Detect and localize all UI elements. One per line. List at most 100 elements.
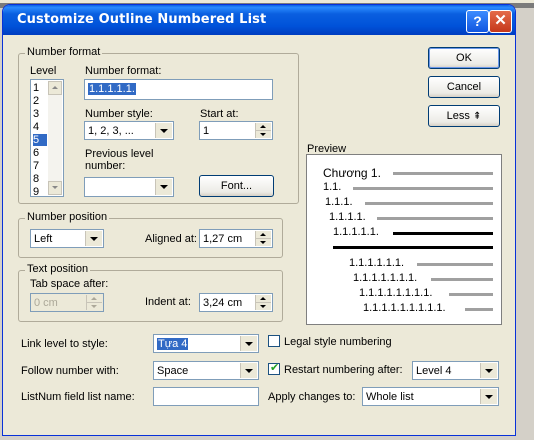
number-format-group-title: Number format [25,46,103,58]
indent-at-label: Indent at: [145,296,191,308]
link-level-select[interactable]: Tựa 4 [153,334,259,353]
previous-level-label: Previous level [85,148,154,160]
start-at-label: Start at: [200,108,239,120]
ok-button[interactable]: OK [428,47,500,69]
number-style-label: Number style: [85,108,153,120]
less-button[interactable]: Less ⇞ [428,105,500,127]
number-style-value: 1, 2, 3, ... [88,125,134,137]
tab-space-spinner[interactable]: 0 cm [30,293,104,312]
collapse-arrows-icon: ⇞ [472,111,482,122]
level-item[interactable]: 9 [33,186,47,198]
chevron-down-icon[interactable] [480,363,497,378]
number-format-label: Number format: [85,65,162,77]
start-at-value: 1 [203,125,210,137]
start-at-spinner[interactable]: 1 [199,121,273,140]
less-button-label: Less [446,110,470,122]
listnum-label: ListNum field list name: [21,391,135,403]
help-button[interactable]: ? [466,10,489,33]
scroll-down-arrow-icon[interactable] [48,181,62,195]
cancel-button-label: Cancel [446,81,482,93]
level-item[interactable]: 1 [33,82,47,94]
preview-line [417,263,493,266]
preview-item: 1.1. [323,181,342,193]
previous-level-select[interactable] [84,177,174,197]
number-style-select[interactable]: 1, 2, 3, ... [84,121,174,140]
preview-item: 1.1.1.1. [329,211,366,223]
level-list[interactable]: 1 2 3 4 5 6 7 8 9 [30,79,64,198]
preview-item: 1.1.1.1.1.1.1.1. [359,287,433,299]
apply-changes-value: Whole list [366,391,414,403]
previous-level-label-2: number: [85,160,126,172]
aligned-at-label: Aligned at: [145,233,197,245]
legal-style-checkbox[interactable] [268,335,280,347]
cancel-button[interactable]: Cancel [428,76,500,98]
legal-style-label[interactable]: Legal style numbering [284,336,392,348]
follow-number-value: Space [157,365,189,377]
preview-line [431,278,493,281]
level-item[interactable]: 8 [33,173,47,185]
link-level-value: Tựa 4 [157,338,189,350]
chevron-down-icon[interactable] [155,123,172,138]
preview-pane: Chương 1. 1.1. 1.1.1. 1.1.1.1. 1.1.1.1.1… [306,154,502,325]
tab-space-label: Tab space after: [30,278,109,290]
font-button[interactable]: Font... [199,175,274,197]
level-item[interactable]: 2 [33,95,47,107]
number-format-input[interactable]: 1.1.1.1.1. [84,79,273,100]
title-bar: Customize Outline Numbered List ? ✕ [3,5,515,35]
spinner-arrows-icon[interactable] [86,295,102,310]
indent-at-spinner[interactable]: 3,24 cm [199,293,273,312]
ok-button-label: OK [456,52,472,64]
preview-item: 1.1.1.1.1.1.1. [353,272,418,284]
preview-item: 1.1.1.1.1.1. [349,257,405,269]
level-item[interactable]: 4 [33,121,47,133]
follow-number-select[interactable]: Space [153,361,259,380]
preview-line [365,202,493,205]
preview-item: 1.1.1.1.1. [333,226,379,238]
aligned-at-spinner[interactable]: 1,27 cm [199,229,273,248]
aligned-at-value: 1,27 cm [203,233,243,245]
alignment-value: Left [34,233,53,245]
dialog-title: Customize Outline Numbered List [17,12,267,27]
preview-line [449,293,493,296]
level-item[interactable]: 7 [33,160,47,172]
spinner-arrows-icon[interactable] [255,123,271,138]
link-level-label: Link level to style: [21,338,108,350]
text-position-group-title: Text position [25,263,91,275]
preview-line [353,187,493,190]
apply-changes-select[interactable]: Whole list [362,387,499,406]
preview-item: 1.1.1. [325,196,353,208]
chevron-down-icon[interactable] [240,336,257,351]
spinner-arrows-icon[interactable] [255,295,271,310]
scroll-up-arrow-icon[interactable] [48,81,62,95]
close-button[interactable]: ✕ [489,10,512,33]
follow-number-label: Follow number with: [21,365,119,377]
font-button-label: Font... [220,180,253,192]
preview-item: 1.1.1.1.1.1.1.1.1. [363,302,446,314]
preview-line [393,172,493,175]
level-item[interactable]: 3 [33,108,47,120]
chevron-down-icon[interactable] [85,231,102,246]
restart-level-select[interactable]: Level 4 [412,361,499,380]
chevron-down-icon[interactable] [480,389,497,404]
apply-changes-label: Apply changes to: [268,391,356,403]
level-item[interactable]: 6 [33,147,47,159]
restart-numbering-label[interactable]: Restart numbering after: [284,364,403,376]
tab-space-value: 0 cm [34,297,58,309]
restart-level-value: Level 4 [416,365,452,377]
listnum-input[interactable] [153,387,259,406]
chevron-down-icon[interactable] [240,363,257,378]
number-format-value: 1.1.1.1.1. [88,83,136,95]
spinner-arrows-icon[interactable] [255,231,271,246]
preview-line-selected [333,246,493,249]
indent-at-value: 3,24 cm [203,297,243,309]
level-list-scrollbar[interactable] [48,81,62,195]
level-label: Level [30,65,57,77]
preview-line [465,308,493,311]
number-position-group-title: Number position [25,211,110,223]
level-item-selected[interactable]: 5 [33,134,47,146]
preview-line-selected [393,232,493,235]
chevron-down-icon[interactable] [155,179,172,195]
preview-item: Chương 1. [323,166,381,180]
restart-numbering-checkbox[interactable] [268,361,280,375]
alignment-select[interactable]: Left [30,229,104,248]
